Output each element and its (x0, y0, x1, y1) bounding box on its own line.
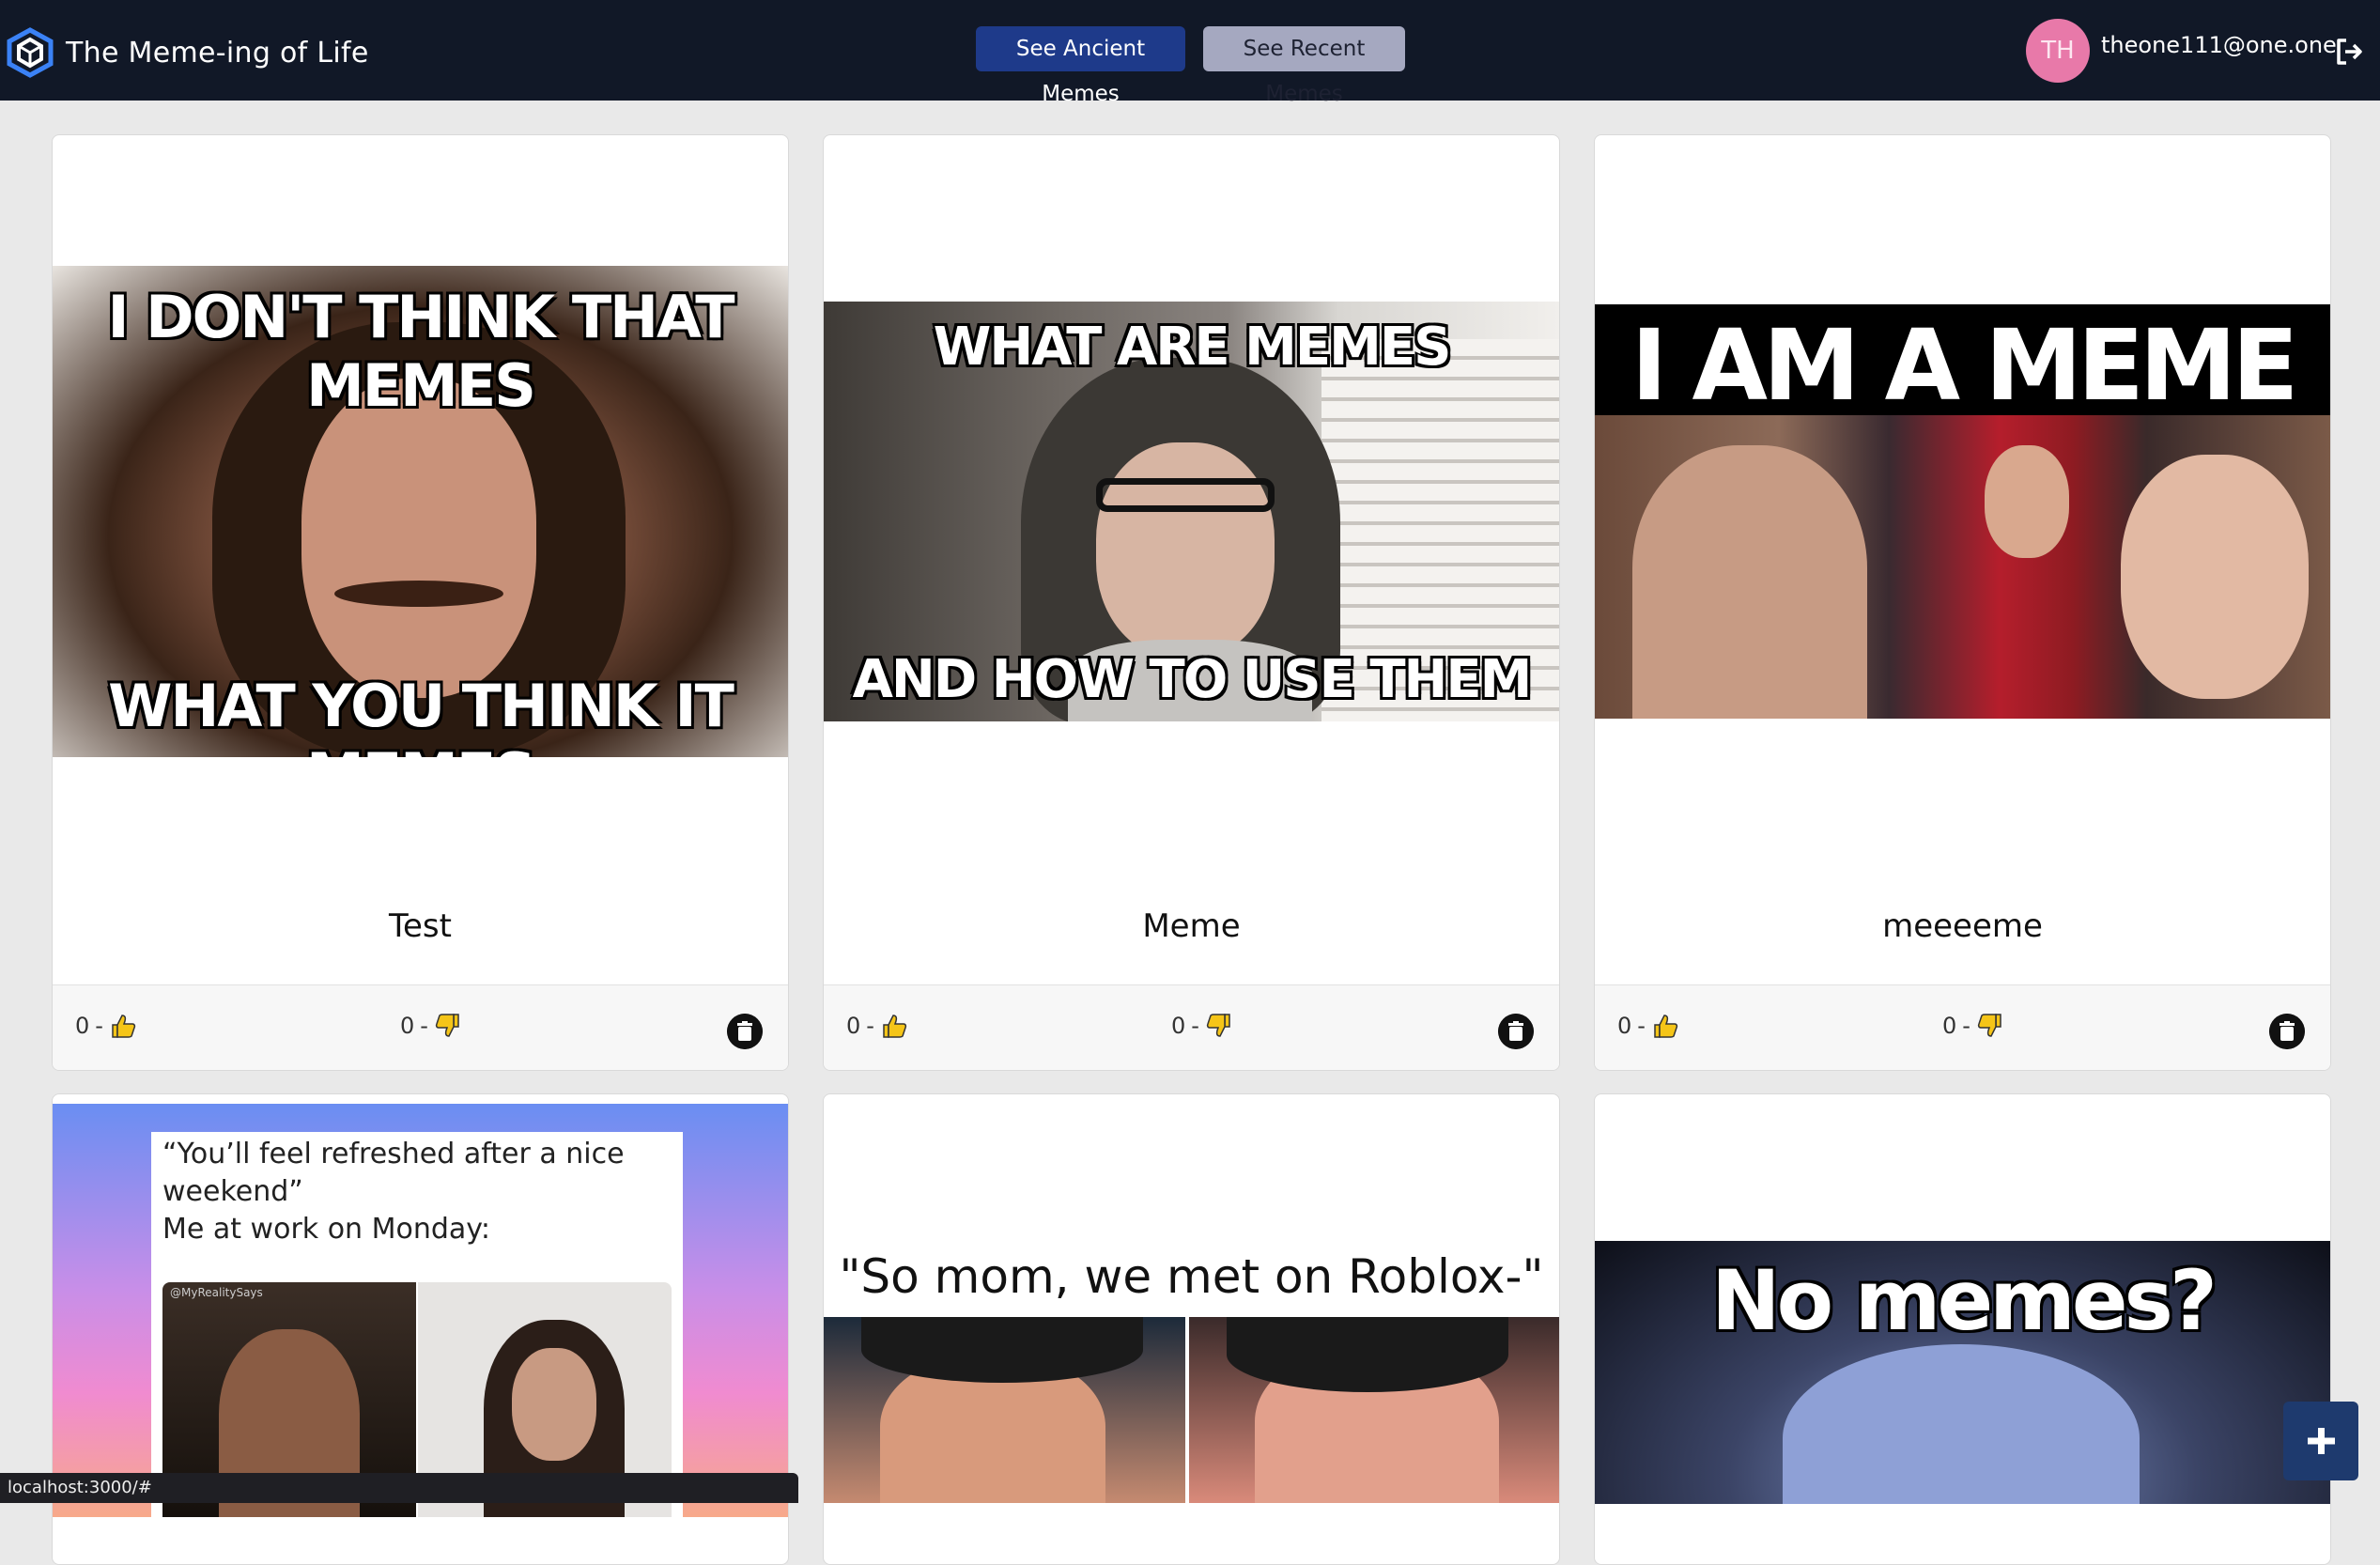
meme-top-text: I DON'T THINK THAT MEMES (107, 283, 735, 420)
dislike-separator: - (1191, 1013, 1199, 1039)
thumbs-up-icon (1654, 1015, 1678, 1038)
thumbs-up-icon (112, 1015, 136, 1038)
avatar[interactable]: TH (2026, 19, 2090, 83)
meme-top-text: No memes? (1711, 1252, 2218, 1349)
meme-image[interactable]: No memes? (1595, 1241, 2330, 1504)
meme-caption-line: weekend” (162, 1175, 303, 1208)
like-button[interactable]: 0 - (1617, 1012, 1679, 1040)
like-count: 0 (846, 1013, 861, 1039)
meme-bottom-text: AND HOW TO USE THEM (852, 649, 1533, 710)
dislike-count: 0 (1942, 1013, 1957, 1039)
meme-caption-line: Me at work on Monday: (162, 1213, 490, 1246)
meme-top-text: "So mom, we met on Roblox-" (839, 1249, 1544, 1304)
like-button[interactable]: 0 - (75, 1012, 137, 1040)
brand[interactable]: The Meme-ing of Life (4, 26, 369, 79)
thumbs-up-icon (883, 1015, 907, 1038)
meme-image[interactable]: "So mom, we met on Roblox-" (824, 1249, 1559, 1503)
card-footer: 0 - 0 - (824, 984, 1559, 1070)
plus-icon (2308, 1428, 2335, 1454)
app-title: The Meme-ing of Life (66, 36, 369, 70)
dislike-count: 0 (400, 1013, 415, 1039)
like-count: 0 (1617, 1013, 1632, 1039)
meme-top-text: WHAT ARE MEMES (933, 317, 1452, 378)
see-recent-memes-button[interactable]: See Recent Memes (1203, 26, 1405, 106)
dislike-button[interactable]: 0 - (1942, 1012, 2004, 1040)
meme-image[interactable]: I DON'T THINK THAT MEMES WHAT YOU THINK … (53, 266, 788, 757)
meme-card: No memes? (1594, 1093, 2331, 1565)
delete-trash-icon[interactable] (2269, 1014, 2305, 1049)
meme-bottom-text: WHAT YOU THINK IT MEMES (108, 672, 734, 757)
delete-trash-icon[interactable] (1498, 1014, 1534, 1049)
delete-trash-icon[interactable] (727, 1014, 763, 1049)
dislike-button[interactable]: 0 - (400, 1012, 462, 1040)
meme-title: Test (389, 907, 452, 945)
meme-card: "So mom, we met on Roblox-" (823, 1093, 1560, 1565)
meme-card: I DON'T THINK THAT MEMES WHAT YOU THINK … (52, 134, 789, 1071)
meme-caption-line: “You’ll feel refreshed after a nice (162, 1138, 625, 1170)
meme-image[interactable]: WHAT ARE MEMES AND HOW TO USE THEM (824, 302, 1559, 721)
meme-title: Meme (1142, 907, 1241, 945)
like-button[interactable]: 0 - (846, 1012, 908, 1040)
hexagon-cube-icon (7, 27, 54, 78)
dislike-count: 0 (1171, 1013, 1186, 1039)
card-footer: 0 - 0 - (53, 984, 788, 1070)
meme-image[interactable]: “You’ll feel refreshed after a nice week… (53, 1104, 788, 1517)
meme-image[interactable]: I AM A MEME (1595, 304, 2330, 719)
dislike-button[interactable]: 0 - (1171, 1012, 1233, 1040)
thumbs-down-icon (1206, 1014, 1230, 1037)
meme-title: meeeeme (1882, 907, 2043, 945)
meme-top-text: I AM A MEME (1630, 308, 2299, 423)
navbar: The Meme-ing of Life See Ancient Memes S… (0, 0, 2380, 106)
thumbs-down-icon (1977, 1014, 2001, 1037)
like-separator: - (1637, 1013, 1646, 1039)
dislike-separator: - (1962, 1013, 1970, 1039)
status-bar-url: localhost:3000/# (0, 1473, 798, 1503)
meme-watermark: @MyRealitySays (170, 1286, 263, 1299)
add-meme-button[interactable] (2283, 1402, 2358, 1480)
thumbs-down-icon (435, 1014, 459, 1037)
see-ancient-memes-button[interactable]: See Ancient Memes (976, 26, 1185, 106)
card-footer: 0 - 0 - (1595, 984, 2330, 1070)
like-separator: - (866, 1013, 874, 1039)
dislike-separator: - (420, 1013, 428, 1039)
like-separator: - (95, 1013, 103, 1039)
like-count: 0 (75, 1013, 90, 1039)
user-email: theone111@one.one (2101, 32, 2337, 58)
meme-card: I AM A MEME meeeeme 0 - 0 - (1594, 134, 2331, 1071)
meme-card: WHAT ARE MEMES AND HOW TO USE THEM Meme … (823, 134, 1560, 1071)
logout-icon[interactable] (2333, 36, 2365, 68)
